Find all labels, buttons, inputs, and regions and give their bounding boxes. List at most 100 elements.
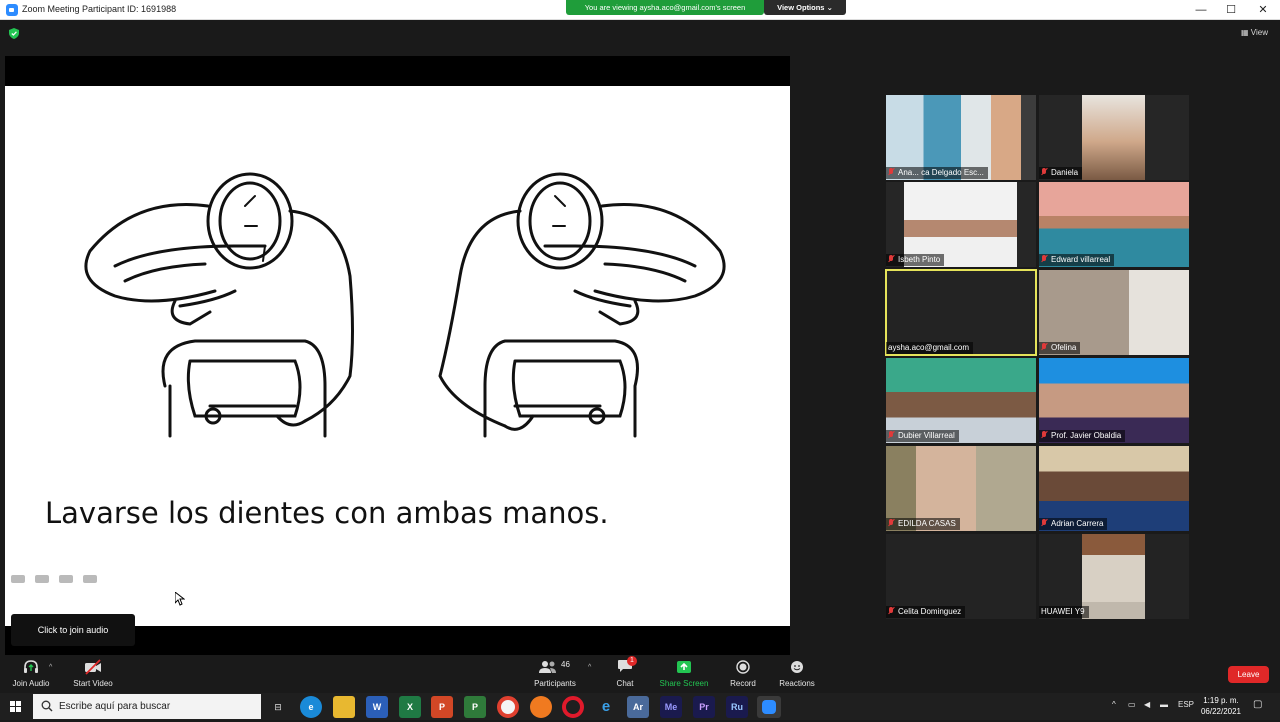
mouse-cursor-icon — [175, 592, 185, 606]
opera-icon[interactable] — [562, 696, 584, 718]
shield-icon[interactable] — [9, 28, 19, 39]
participant-tile[interactable]: Dubier Villarreal — [886, 358, 1036, 443]
join-audio-tooltip: Click to join audio — [11, 614, 135, 646]
muted-mic-icon — [888, 431, 894, 439]
chrome-icon[interactable] — [497, 696, 519, 718]
firefox-icon[interactable] — [530, 696, 552, 718]
chevron-up-icon[interactable]: ^ — [49, 664, 52, 671]
close-button[interactable]: ✕ — [1246, 0, 1280, 20]
brushing-teeth-illustration — [84, 172, 726, 438]
taskbar-search-box[interactable]: Escribe aquí para buscar — [33, 694, 261, 719]
chevron-down-icon: ⌄ — [826, 3, 833, 12]
participant-tile[interactable]: Isbeth Pinto — [886, 182, 1036, 267]
view-options-label: View Options — [777, 3, 825, 12]
participant-tile[interactable]: Prof. Javier Obaldia — [1039, 358, 1189, 443]
word-icon[interactable]: W — [366, 696, 388, 718]
reactions-button[interactable]: Reactions — [776, 659, 818, 688]
participant-name: Daniela — [1039, 167, 1083, 179]
view-label: View — [1250, 28, 1268, 37]
muted-mic-icon — [1041, 255, 1047, 263]
muted-mic-icon — [1041, 431, 1047, 439]
view-button[interactable]: ▦ View — [1241, 28, 1268, 37]
taskbar-clock[interactable]: 1:19 p. m. 06/22/2021 — [1196, 695, 1246, 717]
chevron-up-icon[interactable]: ^ — [588, 664, 591, 671]
pencil-tool-icon[interactable] — [35, 575, 49, 583]
task-view-icon[interactable]: ⊟ — [267, 696, 289, 718]
notification-icon[interactable]: ▢ — [1253, 699, 1262, 710]
meeting-area: ▦ View Lavarse los dientes con ambas man… — [0, 21, 1280, 656]
zoom-taskbar-icon[interactable] — [757, 696, 781, 718]
participant-tile[interactable]: Ofelina — [1039, 270, 1189, 355]
rush-icon[interactable]: Ru — [726, 696, 748, 718]
chat-badge: 1 — [627, 656, 637, 666]
participant-tile-active-speaker[interactable]: aysha.aco@gmail.com — [885, 269, 1037, 356]
battery-icon[interactable]: ▬ — [1160, 700, 1168, 709]
next-tool-icon[interactable] — [83, 575, 97, 583]
participant-name: Prof. Javier Obaldia — [1039, 430, 1126, 442]
smiley-icon — [791, 661, 803, 673]
network-icon[interactable]: ▭ — [1128, 700, 1136, 709]
share-screen-button[interactable]: Share Screen — [658, 659, 710, 688]
participant-tile[interactable]: EDILDA CASAS — [886, 446, 1036, 531]
leave-button[interactable]: Leave — [1228, 666, 1269, 683]
arrow-tool-icon[interactable] — [11, 575, 25, 583]
participants-icon: 46 — [535, 659, 575, 675]
muted-mic-icon — [888, 168, 894, 176]
participant-name: EDILDA CASAS — [886, 518, 960, 530]
chat-icon: 1 — [616, 656, 637, 675]
start-video-button[interactable]: Start Video — [70, 659, 116, 688]
participant-name: Ana... ca Delgado Esc... — [886, 167, 988, 179]
media-encoder-icon[interactable]: Me — [660, 696, 682, 718]
annotation-toolbar[interactable] — [11, 570, 121, 584]
share-banner: You are viewing aysha.aco@gmail.com's sc… — [566, 0, 764, 15]
participant-name: Edward villarreal — [1039, 254, 1115, 266]
participant-name: HUAWEI Y9 — [1039, 606, 1089, 618]
chevron-up-icon[interactable]: ^ — [1112, 700, 1116, 709]
participants-count: 46 — [561, 660, 570, 669]
powerpoint-icon[interactable]: P — [431, 696, 453, 718]
muted-mic-icon — [888, 607, 894, 615]
participant-name: Celita Dominguez — [886, 606, 966, 618]
windows-start-icon[interactable] — [10, 701, 22, 713]
maximize-button[interactable]: ☐ — [1214, 0, 1248, 20]
participant-tile[interactable]: Ana... ca Delgado Esc... — [886, 95, 1036, 180]
premiere-icon[interactable]: Pr — [693, 696, 715, 718]
participant-tile[interactable]: Adrian Carrera — [1039, 446, 1189, 531]
volume-icon[interactable]: ◀ — [1144, 700, 1150, 709]
participant-name: Isbeth Pinto — [886, 254, 945, 266]
participant-tile[interactable]: Celita Dominguez — [886, 534, 1036, 619]
clock-time: 1:19 p. m. — [1203, 696, 1239, 705]
grid-icon: ▦ — [1241, 28, 1249, 37]
chat-button[interactable]: 1 Chat — [611, 656, 639, 688]
window-title: Zoom Meeting Participant ID: 1691988 — [22, 4, 177, 14]
window-title-bar: Zoom Meeting Participant ID: 1691988 You… — [0, 0, 1280, 20]
acrobat-icon[interactable]: Ar — [627, 696, 649, 718]
view-options-button[interactable]: View Options ⌄ — [764, 0, 846, 15]
participant-name: Adrian Carrera — [1039, 518, 1108, 530]
share-screen-icon — [677, 661, 691, 673]
video-off-icon — [85, 659, 101, 675]
zoom-app-icon — [6, 4, 18, 16]
muted-mic-icon — [1041, 343, 1047, 351]
minimize-button[interactable]: — — [1184, 0, 1218, 20]
edge-icon[interactable]: e — [300, 696, 322, 718]
save-tool-icon[interactable] — [59, 575, 73, 583]
file-explorer-icon[interactable] — [333, 696, 355, 718]
record-icon — [736, 660, 750, 674]
slide-caption: Lavarse los dientes con ambas manos. — [45, 496, 609, 530]
participant-tile[interactable]: Edward villarreal — [1039, 182, 1189, 267]
project-icon[interactable]: P — [464, 696, 486, 718]
meeting-toolbar: Join Audio ^ Start Video 46 Participants… — [0, 655, 1280, 693]
participant-tile[interactable]: Daniela — [1039, 95, 1189, 180]
participant-video — [1082, 95, 1145, 180]
participant-tile[interactable]: HUAWEI Y9 — [1039, 534, 1189, 619]
internet-explorer-icon[interactable]: e — [595, 696, 617, 718]
shared-screen[interactable]: Lavarse los dientes con ambas manos. — [5, 56, 790, 656]
excel-icon[interactable]: X — [399, 696, 421, 718]
muted-mic-icon — [888, 255, 894, 263]
windows-taskbar: Escribe aquí para buscar ⊟ e W X P P e A… — [0, 693, 1280, 720]
participants-button[interactable]: 46 Participants — [530, 659, 580, 688]
language-indicator[interactable]: ESP — [1178, 700, 1194, 709]
record-button[interactable]: Record — [727, 659, 759, 688]
search-icon — [41, 700, 53, 712]
